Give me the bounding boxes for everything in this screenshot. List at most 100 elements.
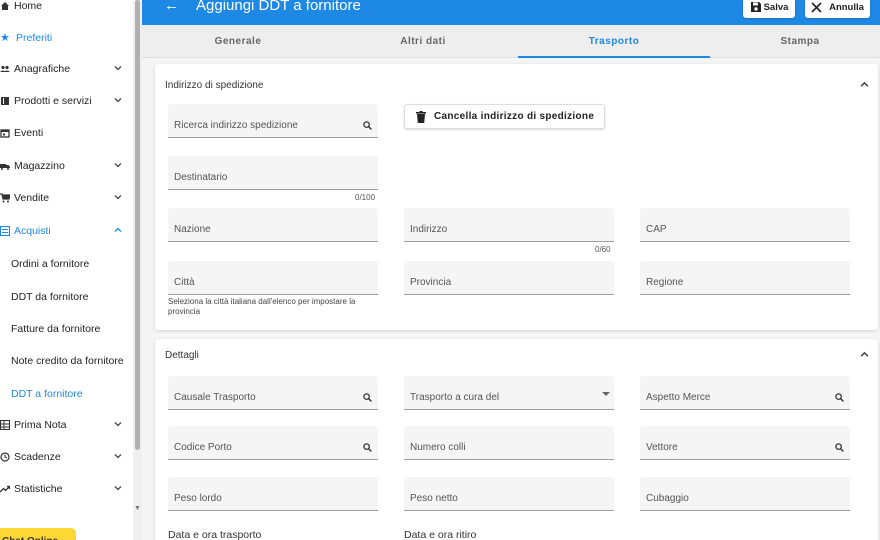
sidebar-item-ddt-a-fornitore[interactable]: DDT a fornitore	[0, 379, 132, 409]
chevron-up-icon[interactable]	[860, 80, 869, 89]
sidebar-item-label: Prodotti e servizi	[14, 95, 92, 107]
city-field[interactable]: Città	[168, 261, 378, 295]
field-label: Numero colli	[410, 442, 466, 453]
field-label: Nazione	[174, 224, 211, 235]
search-icon[interactable]	[835, 393, 844, 402]
aspetto-merce-field[interactable]: Aspetto Merce	[640, 376, 850, 410]
floppy-icon	[750, 2, 761, 12]
chat-online-button[interactable]: Chat Online	[0, 528, 76, 540]
sidebar-item-label: DDT da fornitore	[11, 291, 89, 303]
numero-colli-field[interactable]: Numero colli	[404, 426, 614, 460]
star-icon: ★	[0, 32, 10, 44]
sidebar-item-scadenze[interactable]: Scadenze	[0, 442, 132, 472]
dropdown-caret-icon[interactable]	[602, 392, 610, 396]
book-icon	[1, 97, 9, 105]
field-label: Trasporto a cura del	[410, 392, 500, 403]
sidebar-item-ordini-fornitore[interactable]: Ordini a fornitore	[0, 249, 132, 279]
trash-icon	[416, 110, 426, 123]
cart-icon	[0, 193, 10, 203]
sidebar-item-prodotti[interactable]: Prodotti e servizi	[0, 86, 132, 116]
address-char-counter: 0/60	[595, 245, 611, 254]
shipping-card-title: Indirizzo di spedizione	[165, 80, 264, 91]
close-icon	[811, 1, 822, 13]
tab-generale[interactable]: Generale	[142, 25, 334, 58]
field-label: Peso netto	[410, 493, 458, 504]
sidebar-item-anagrafiche[interactable]: Anagrafiche	[0, 54, 132, 84]
chevron-down-icon	[114, 66, 122, 71]
save-button[interactable]: Salva	[743, 0, 795, 18]
sidebar-item-label: Fatture da fornitore	[11, 323, 101, 335]
search-icon[interactable]	[363, 121, 372, 130]
field-label: Peso lordo	[174, 493, 222, 504]
sidebar-item-label: Eventi	[14, 127, 44, 139]
vettore-field[interactable]: Vettore	[640, 426, 850, 460]
scroll-down-icon[interactable]: ▼	[134, 505, 141, 512]
sidebar-item-home[interactable]: Home	[0, 0, 132, 21]
address-field[interactable]: Indirizzo	[404, 208, 614, 242]
sidebar-item-label: Magazzino	[14, 160, 65, 172]
people-icon	[0, 65, 10, 72]
peso-lordo-field[interactable]: Peso lordo	[168, 477, 378, 511]
field-label: Indirizzo	[410, 224, 448, 235]
home-icon	[1, 2, 9, 10]
scrollbar-thumb[interactable]	[135, 0, 140, 450]
nation-field[interactable]: Nazione	[168, 208, 378, 242]
search-icon[interactable]	[835, 443, 844, 452]
sidebar-item-magazzino[interactable]: Magazzino	[0, 151, 132, 181]
back-arrow-icon[interactable]: ←	[164, 0, 179, 14]
details-card-title: Dettagli	[165, 350, 199, 361]
region-field[interactable]: Regione	[640, 261, 850, 295]
sidebar-item-label: Home	[14, 0, 43, 12]
sidebar-item-ddt-da-fornitore[interactable]: DDT da fornitore	[0, 282, 132, 312]
app-header: ← Aggiungi DDT a fornitore Salva Annulla	[142, 0, 880, 25]
delete-button-label: Cancella indirizzo di spedizione	[434, 111, 595, 122]
sidebar-item-label: Statistiche	[14, 483, 63, 495]
chevron-up-icon	[114, 227, 122, 232]
sidebar-item-label: Preferiti	[16, 32, 53, 44]
data-ritiro-label: Data e ora ritiro	[404, 529, 477, 540]
sidebar-item-eventi[interactable]: Eventi	[0, 118, 132, 148]
cubaggio-field[interactable]: Cubaggio	[640, 477, 850, 511]
sidebar-item-note-credito[interactable]: Note credito da fornitore	[0, 346, 132, 376]
tab-trasporto[interactable]: Trasporto	[518, 25, 710, 58]
sidebar-item-label: Acquisti	[14, 225, 51, 237]
field-label: Aspetto Merce	[646, 392, 711, 403]
trend-icon	[0, 485, 10, 493]
sidebar-scrollbar[interactable]: ▼	[133, 0, 142, 540]
sidebar-item-preferiti[interactable]: ★ Preferiti	[0, 23, 132, 53]
sidebar-item-vendite[interactable]: Vendite	[0, 183, 132, 213]
codice-porto-field[interactable]: Codice Porto	[168, 426, 378, 460]
clock-icon	[0, 452, 10, 462]
causale-trasporto-field[interactable]: Causale Trasporto	[168, 376, 378, 410]
shipping-search-input[interactable]: Ricerca indirizzo spedizione	[168, 104, 378, 138]
chevron-up-icon[interactable]	[860, 350, 869, 359]
chevron-down-icon	[114, 98, 122, 103]
field-label: Regione	[646, 277, 684, 288]
list-icon	[0, 226, 10, 236]
tab-altri-dati[interactable]: Altri dati	[327, 25, 519, 58]
search-icon[interactable]	[363, 393, 372, 402]
province-field[interactable]: Provincia	[404, 261, 614, 295]
cancel-button[interactable]: Annulla	[805, 0, 870, 18]
sidebar-item-label: Vendite	[14, 192, 50, 204]
delete-shipping-address-button[interactable]: Cancella indirizzo di spedizione	[404, 104, 605, 129]
recipient-field[interactable]: Destinatario	[168, 156, 378, 190]
chevron-down-icon	[114, 163, 122, 168]
trasporto-a-cura-select[interactable]: Trasporto a cura del	[404, 376, 614, 410]
truck-icon	[0, 164, 10, 170]
tab-stampa[interactable]: Stampa	[704, 25, 880, 58]
sidebar-item-label: Prima Nota	[14, 419, 67, 431]
sidebar-item-fatture-fornitore[interactable]: Fatture da fornitore	[0, 314, 132, 344]
table-icon	[0, 420, 10, 430]
cap-field[interactable]: CAP	[640, 208, 850, 242]
sidebar-item-statistiche[interactable]: Statistiche	[0, 474, 132, 504]
peso-netto-field[interactable]: Peso netto	[404, 477, 614, 511]
recipient-char-counter: 0/100	[355, 193, 376, 202]
page-title: Aggiungi DDT a fornitore	[196, 0, 361, 14]
chevron-down-icon	[114, 454, 122, 459]
sidebar-item-acquisti[interactable]: Acquisti	[0, 216, 132, 246]
chevron-down-icon	[114, 486, 122, 491]
search-icon[interactable]	[363, 443, 372, 452]
sidebar-item-prima-nota[interactable]: Prima Nota	[0, 410, 132, 440]
field-label: Vettore	[646, 442, 678, 453]
